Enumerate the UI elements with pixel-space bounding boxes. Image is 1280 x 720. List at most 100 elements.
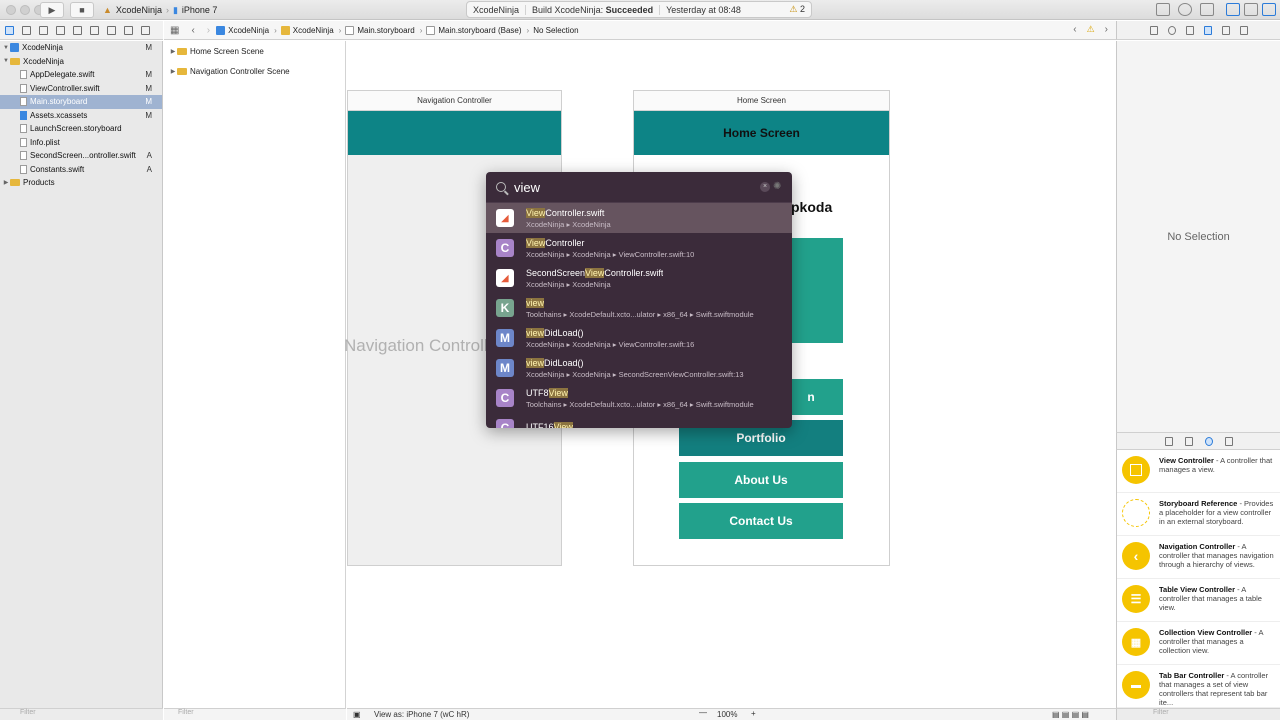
scheme-selector[interactable]: ▲ XcodeNinja › ▮ iPhone 7 <box>103 2 217 18</box>
open-quickly-result[interactable]: ◢ SecondScreenViewController.swift XcodeNi… <box>486 263 792 293</box>
next-issue-icon[interactable]: › <box>1105 24 1108 35</box>
minimize-window-button[interactable] <box>20 5 30 15</box>
library-item-collection-view-controller[interactable]: ▦ Collection View Controller - A control… <box>1117 622 1280 665</box>
code-snippet-icon[interactable] <box>1184 436 1193 446</box>
outline-toggle-icon[interactable]: ▣ <box>353 710 361 719</box>
issue-navigator-icon[interactable] <box>73 25 82 35</box>
symbol-C-icon: C <box>496 239 514 257</box>
back-arrow-icon[interactable]: ‹ <box>191 25 194 36</box>
library-item-navigation-controller[interactable]: ‹ Navigation Controller - A controller t… <box>1117 536 1280 579</box>
disclosure-icon[interactable]: ▶ <box>169 48 177 55</box>
library-item-storyboard-reference[interactable]: Storyboard Reference - Provides a placeh… <box>1117 493 1280 536</box>
open-quickly-input[interactable] <box>514 179 714 195</box>
connections-inspector-icon[interactable] <box>1239 25 1248 35</box>
nav-item-file[interactable]: Constants.swift A <box>0 163 162 177</box>
navigation-bar[interactable] <box>348 111 561 155</box>
scene-title[interactable]: Home Screen <box>634 91 889 111</box>
breadcrumb-localization[interactable]: Main.storyboard (Base) › <box>426 25 529 35</box>
size-inspector-icon[interactable] <box>1221 25 1230 35</box>
open-quickly-result[interactable]: MviewDidLoad() XcodeNinja ▸ XcodeNinja ▸ … <box>486 323 792 353</box>
disclosure-icon[interactable]: ▶ <box>169 68 177 75</box>
project-icon <box>10 43 19 53</box>
outline-item-home-scene[interactable]: ▶ Home Screen Scene <box>164 41 345 61</box>
warning-indicator[interactable]: ⚠ 2 <box>783 4 811 15</box>
open-quickly-result[interactable]: C UTF8View Toolchains ▸ XcodeDefault.xcto.… <box>486 383 792 413</box>
run-button[interactable]: ▶ <box>40 2 64 18</box>
library-item-table-view-controller[interactable]: ☰ Table View Controller - A controller t… <box>1117 579 1280 622</box>
related-items-icon[interactable]: ▦ <box>170 25 179 36</box>
file-template-icon[interactable] <box>1164 436 1173 446</box>
standard-editor-icon[interactable] <box>1156 3 1170 16</box>
find-navigator-icon[interactable] <box>56 25 65 35</box>
nav-item-file[interactable]: ViewController.swift M <box>0 82 162 96</box>
breadcrumb-selection[interactable]: No Selection <box>533 26 578 35</box>
nav-item-label: Assets.xcassets <box>30 110 88 120</box>
open-quickly-result[interactable]: MviewDidLoad() XcodeNinja ▸ XcodeNinja ▸ … <box>486 353 792 383</box>
zoom-in-icon[interactable]: + <box>751 709 756 718</box>
media-library-icon[interactable] <box>1224 436 1233 446</box>
open-quickly-result[interactable]: C ViewController XcodeNinja ▸ XcodeNinja ▸… <box>486 233 792 263</box>
breadcrumb-group[interactable]: XcodeNinja › <box>280 25 341 35</box>
stop-button[interactable]: ■ <box>70 2 94 18</box>
scene-title[interactable]: Navigation Controller <box>348 91 561 111</box>
progress-spinner-icon: ✺ <box>773 181 782 192</box>
library-filter-field[interactable]: Filter <box>1116 708 1280 720</box>
clear-search-icon[interactable]: × <box>760 182 770 192</box>
scm-badge: M <box>145 70 152 80</box>
navigator-filter-field[interactable]: Filter <box>0 708 163 720</box>
zoom-out-icon[interactable]: — <box>699 708 707 717</box>
quick-help-icon[interactable] <box>1167 25 1176 35</box>
open-quickly-result[interactable]: Kview Toolchains ▸ XcodeDefault.xcto...ul… <box>486 293 792 323</box>
outline-item-nav-scene[interactable]: ▶ Navigation Controller Scene <box>164 61 345 81</box>
project-navigator-icon[interactable] <box>5 25 14 35</box>
result-text: ViewController.swift XcodeNinja ▸ XcodeNi… <box>526 207 611 229</box>
assistant-editor-icon[interactable] <box>1178 3 1192 16</box>
object-library-icon[interactable] <box>1204 436 1213 446</box>
disclosure-icon[interactable]: ▼ <box>2 58 10 64</box>
nav-item-group[interactable]: ▶ Products <box>0 176 162 190</box>
header-label[interactable]: pkoda <box>791 199 832 215</box>
debug-navigator-icon[interactable] <box>107 25 116 35</box>
zoom-level[interactable]: 100% <box>717 710 737 719</box>
disclosure-icon[interactable]: ▼ <box>2 45 10 51</box>
previous-issue-icon[interactable]: ‹ <box>1073 24 1076 35</box>
breadcrumb-file[interactable]: Main.storyboard › <box>345 25 422 35</box>
warning-icon[interactable]: ⚠ <box>1087 24 1095 35</box>
nav-item-file[interactable]: Info.plist <box>0 136 162 150</box>
library-item-tab-bar-controller[interactable]: ▬ Tab Bar Controller - A controller that… <box>1117 665 1280 708</box>
view-as-selector[interactable]: View as: iPhone 7 (wC hR) <box>374 710 469 719</box>
open-quickly-result[interactable]: ◢ ViewController.swift XcodeNinja ▸ XcodeN… <box>486 203 792 233</box>
report-navigator-icon[interactable] <box>141 25 150 35</box>
debug-toggle-icon[interactable] <box>1244 3 1258 16</box>
open-quickly-result[interactable]: C UTF16View <box>486 413 792 428</box>
disclosure-icon[interactable]: ▶ <box>2 179 10 186</box>
symbol-navigator-icon[interactable] <box>39 25 48 35</box>
layout-icons[interactable]: ▤ ▤ ▤ ▤ <box>1052 710 1089 719</box>
navigation-bar[interactable]: Home Screen <box>634 111 889 155</box>
breakpoint-navigator-icon[interactable] <box>124 25 133 35</box>
about-us-button[interactable]: About Us <box>679 462 843 498</box>
attributes-inspector-icon[interactable] <box>1203 25 1212 35</box>
identity-inspector-icon[interactable] <box>1185 25 1194 35</box>
file-inspector-icon[interactable] <box>1149 25 1158 35</box>
folder-icon <box>10 57 20 65</box>
source-control-icon[interactable] <box>22 25 31 35</box>
library-item-view-controller[interactable]: View Controller - A controller that mana… <box>1117 450 1280 493</box>
version-editor-icon[interactable] <box>1200 3 1214 16</box>
contact-us-button[interactable]: Contact Us <box>679 503 843 539</box>
test-navigator-icon[interactable] <box>90 25 99 35</box>
nav-item-project[interactable]: ▼ XcodeNinja M <box>0 41 162 55</box>
navigator-toggle-icon[interactable] <box>1226 3 1240 16</box>
nav-item-file[interactable]: Assets.xcassets M <box>0 109 162 123</box>
nav-item-group[interactable]: ▼ XcodeNinja <box>0 55 162 69</box>
breadcrumb-project[interactable]: XcodeNinja › <box>216 25 277 35</box>
outline-filter-field[interactable]: Filter <box>164 708 346 720</box>
nav-item-file[interactable]: LaunchScreen.storyboard <box>0 122 162 136</box>
nav-item-file-selected[interactable]: Main.storyboard M <box>0 95 162 109</box>
close-window-button[interactable] <box>6 5 16 15</box>
nav-item-file[interactable]: AppDelegate.swift M <box>0 68 162 82</box>
file-icon <box>426 25 436 35</box>
utilities-toggle-icon[interactable] <box>1262 3 1276 16</box>
forward-arrow-icon[interactable]: › <box>207 25 210 36</box>
nav-item-file[interactable]: SecondScreen...ontroller.swift A <box>0 149 162 163</box>
